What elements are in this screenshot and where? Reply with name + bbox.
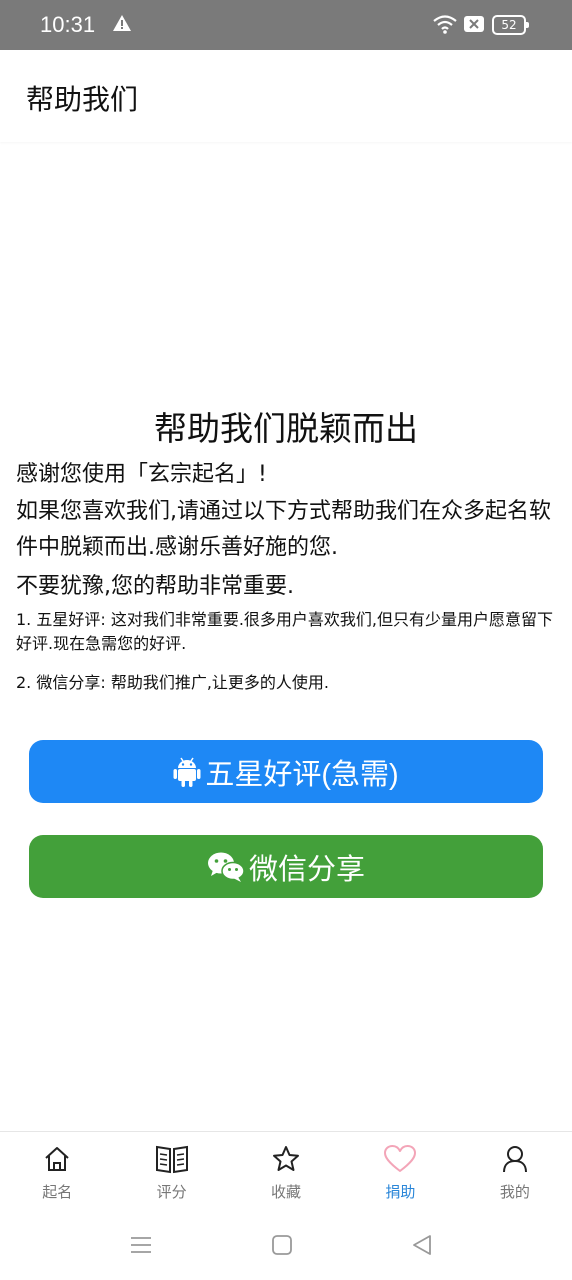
content-heading: 帮助我们脱颖而出 (154, 409, 418, 448)
item-five-star: 1. 五星好评: 这对我们非常重要.很多用户喜欢我们,但只有少量用户愿意留下好评… (16, 610, 554, 653)
close-box-icon (464, 16, 484, 36)
page-title: 帮助我们 (26, 83, 139, 116)
star-icon (273, 1146, 300, 1171)
app-bar: 帮助我们 (0, 50, 572, 142)
thanks-text: 感谢您使用「玄宗起名」! (16, 462, 267, 487)
rate-button-label: 五星好评(急需) (205, 758, 399, 791)
bottom-nav: 起名 评分 收藏 捐助 我的 (0, 1131, 572, 1216)
status-time: 10:31 (40, 12, 96, 37)
nav-label-favorites: 收藏 (271, 1183, 302, 1201)
nav-item-rating[interactable]: 评分 (114, 1132, 228, 1216)
wechat-icon (207, 852, 245, 882)
battery-icon: 52 (492, 15, 529, 35)
warning-icon (112, 14, 132, 36)
nav-label-rating: 评分 (156, 1183, 187, 1201)
status-bar: 10:31 52 (0, 0, 572, 50)
heart-icon (384, 1145, 417, 1172)
book-icon (155, 1145, 188, 1174)
nav-label-mine: 我的 (499, 1183, 530, 1201)
nav-item-mine[interactable]: 我的 (458, 1132, 572, 1216)
nav-label-naming: 起名 (42, 1183, 73, 1201)
nav-label-donate: 捐助 (385, 1183, 416, 1201)
menu-icon[interactable] (130, 1234, 152, 1260)
intro-text: 如果您喜欢我们,请通过以下方式帮助我们在众多起名软件中脱颖而出.感谢乐善好施的您… (16, 499, 551, 560)
nav-item-favorites[interactable]: 收藏 (229, 1132, 343, 1216)
system-nav-bar (0, 1216, 572, 1280)
nav-item-donate[interactable]: 捐助 (343, 1132, 457, 1216)
back-icon[interactable] (411, 1234, 433, 1260)
nav-item-naming[interactable]: 起名 (0, 1132, 114, 1216)
android-icon (173, 757, 201, 787)
home-icon (45, 1147, 69, 1171)
urge-text: 不要犹豫,您的帮助非常重要. (16, 574, 294, 599)
person-icon (502, 1146, 527, 1173)
home-square-icon[interactable] (271, 1234, 293, 1260)
five-star-rate-button[interactable]: 五星好评(急需) (29, 740, 543, 803)
item-wechat-share: 2. 微信分享: 帮助我们推广,让更多的人使用. (16, 673, 330, 692)
share-button-label: 微信分享 (248, 853, 365, 886)
wifi-icon (432, 14, 458, 38)
wechat-share-button[interactable]: 微信分享 (29, 835, 543, 898)
